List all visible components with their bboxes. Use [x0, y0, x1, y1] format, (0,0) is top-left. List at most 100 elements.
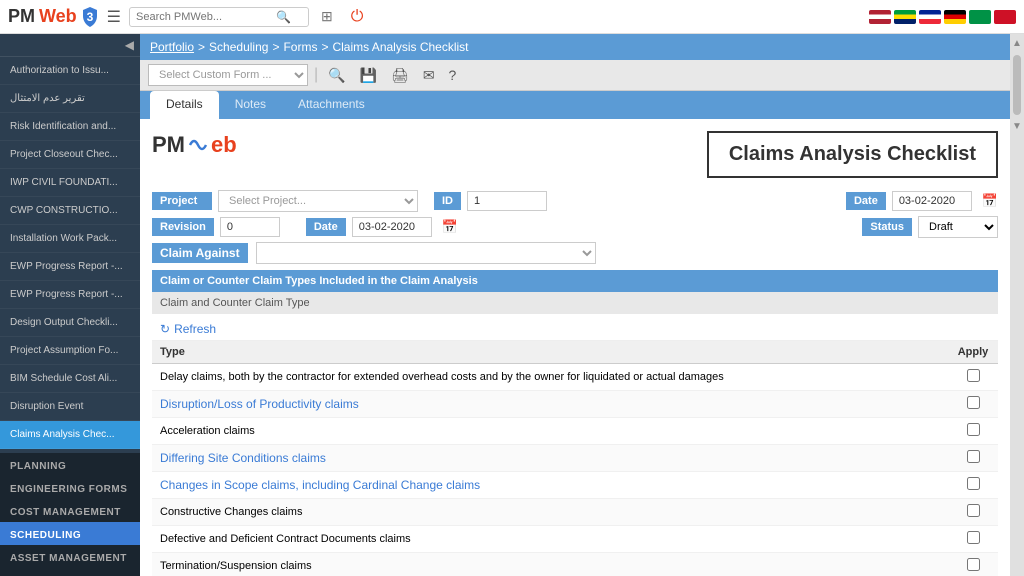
status-label: Status [862, 218, 912, 236]
apply-checkbox[interactable] [967, 369, 980, 382]
toolbar: Select Custom Form ... | 🔍 💾 🖨 ✉ ? [140, 60, 1010, 91]
table-row: Defective and Deficient Contract Documen… [152, 526, 998, 553]
sidebar-item-bim[interactable]: BIM Schedule Cost Ali... [0, 365, 140, 393]
apply-checkbox[interactable] [967, 396, 980, 409]
power-icon[interactable]: ⏻ [351, 8, 364, 26]
claim-type-cell: Differing Site Conditions claims [152, 445, 948, 472]
apply-cell [948, 553, 998, 576]
revision-field: Revision 0 [152, 217, 280, 237]
sidebar-item-installation[interactable]: Installation Work Pack... [0, 225, 140, 253]
sidebar-item-cwp[interactable]: CWP CONSTRUCTIO... [0, 197, 140, 225]
sidebar-item-claims[interactable]: Claims Analysis Chec... [0, 421, 140, 449]
scroll-up-icon[interactable]: ▲ [1012, 34, 1022, 53]
sidebar: ◀ Authorization to Issu... تقرير عدم الا… [0, 34, 140, 576]
breadcrumb-current: Claims Analysis Checklist [332, 40, 468, 54]
revision-value: 0 [220, 217, 280, 237]
sidebar-section-asset[interactable]: ASSET MANAGEMENT [0, 545, 140, 568]
sidebar-item-iwp[interactable]: IWP CIVIL FOUNDATI... [0, 169, 140, 197]
nav-icons: ⊞ ⏻ [321, 8, 363, 26]
logo-checkmark-icon: 3 [81, 6, 99, 28]
apply-cell [948, 445, 998, 472]
claim-link[interactable]: Changes in Scope claims, including Cardi… [160, 478, 480, 492]
scrollbar[interactable]: ▲ ▼ [1010, 34, 1024, 576]
revision-calendar-icon[interactable]: 📅 [442, 219, 458, 235]
tab-attachments[interactable]: Attachments [282, 91, 381, 119]
status-select[interactable]: Draft [918, 216, 998, 238]
logo-pm: PM [8, 6, 35, 27]
project-row: Project Select Project... ID 1 Date 03-0… [152, 190, 998, 212]
sidebar-item-risk[interactable]: Risk Identification and... [0, 113, 140, 141]
main-content: Portfolio > Scheduling > Forms > Claims … [140, 34, 1010, 576]
sidebar-section-planning[interactable]: PLANNING [0, 453, 140, 476]
claim-against-select[interactable] [256, 242, 596, 264]
toolbar-print-btn[interactable]: 🖨 [387, 65, 413, 86]
flag-de [944, 10, 966, 24]
breadcrumb-portfolio[interactable]: Portfolio [150, 40, 194, 54]
flag-br [894, 10, 916, 24]
form-header: PM eb Claims Analysis Checklist [152, 131, 998, 178]
apply-cell [948, 499, 998, 526]
claim-type-cell: Constructive Changes claims [152, 499, 948, 526]
toolbar-email-btn[interactable]: ✉ [419, 65, 439, 86]
flag-sa [969, 10, 991, 24]
flag-fr [919, 10, 941, 24]
sidebar-item-ewp2[interactable]: EWP Progress Report -... [0, 281, 140, 309]
apply-checkbox[interactable] [967, 423, 980, 436]
search-box: 🔍 [129, 7, 309, 27]
date-field: Date 03-02-2020 📅 [846, 191, 998, 211]
flag-area [869, 10, 1016, 24]
col-apply-header: Apply [948, 341, 998, 364]
toolbar-save-btn[interactable]: 💾 [356, 65, 381, 86]
claim-link[interactable]: Differing Site Conditions claims [160, 451, 326, 465]
apply-checkbox[interactable] [967, 504, 980, 517]
breadcrumb-forms: Forms [283, 40, 317, 54]
apply-checkbox[interactable] [967, 450, 980, 463]
apply-cell [948, 526, 998, 553]
logo-area: PMWeb 3 [8, 6, 99, 28]
sidebar-item-design[interactable]: Design Output Checkli... [0, 309, 140, 337]
apply-checkbox[interactable] [967, 477, 980, 490]
custom-form-select[interactable]: Select Custom Form ... [148, 64, 308, 86]
tab-notes[interactable]: Notes [219, 91, 282, 119]
status-field: Status Draft [862, 216, 998, 238]
sidebar-item-disruption[interactable]: Disruption Event [0, 393, 140, 421]
project-select[interactable]: Select Project... [218, 190, 418, 212]
search-input[interactable] [136, 11, 276, 23]
sidebar-section-workflow[interactable]: WORKFLOW [0, 568, 140, 576]
form-logo-pm: PM [152, 132, 185, 158]
form-logo-wave-icon [186, 131, 210, 159]
toolbar-help-btn[interactable]: ? [445, 65, 461, 85]
sidebar-section-cost[interactable]: COST MANAGEMENT [0, 499, 140, 522]
apply-checkbox[interactable] [967, 558, 980, 571]
revision-date-value: 03-02-2020 [352, 217, 432, 237]
sidebar-collapse-icon[interactable]: ◀ [125, 38, 134, 52]
hamburger-button[interactable]: ☰ [107, 7, 121, 27]
sidebar-item-authorization[interactable]: Authorization to Issu... [0, 57, 140, 85]
scroll-thumb[interactable] [1013, 55, 1021, 115]
breadcrumb-sep2: > [272, 40, 279, 54]
apply-cell [948, 472, 998, 499]
breadcrumb-scheduling: Scheduling [209, 40, 268, 54]
refresh-label: Refresh [174, 322, 216, 336]
sidebar-item-ewp1[interactable]: EWP Progress Report -... [0, 253, 140, 281]
sidebar-item-closeout[interactable]: Project Closeout Chec... [0, 141, 140, 169]
scroll-down-icon[interactable]: ▼ [1012, 117, 1022, 136]
claim-link[interactable]: Disruption/Loss of Productivity claims [160, 397, 359, 411]
apply-checkbox[interactable] [967, 531, 980, 544]
search-icon[interactable]: 🔍 [276, 10, 291, 24]
revision-label: Revision [152, 218, 214, 236]
form-title: Claims Analysis Checklist [707, 131, 998, 178]
toolbar-search-btn[interactable]: 🔍 [324, 65, 349, 86]
claims-table: Type Apply Delay claims, both by the con… [152, 341, 998, 576]
table-row: Differing Site Conditions claims [152, 445, 998, 472]
sidebar-item-arabic[interactable]: تقرير عدم الامتثال [0, 85, 140, 113]
sidebar-section-engineering[interactable]: ENGINEERING FORMS [0, 476, 140, 499]
refresh-button[interactable]: ↻ Refresh [160, 322, 216, 336]
date-calendar-icon[interactable]: 📅 [982, 193, 998, 209]
grid-icon[interactable]: ⊞ [321, 8, 333, 25]
form-logo-webtext: eb [211, 132, 237, 158]
tab-details[interactable]: Details [150, 91, 219, 119]
sidebar-item-assumption[interactable]: Project Assumption Fo... [0, 337, 140, 365]
claim-type-cell: Termination/Suspension claims [152, 553, 948, 576]
sidebar-section-scheduling[interactable]: SCHEDULING [0, 522, 140, 545]
